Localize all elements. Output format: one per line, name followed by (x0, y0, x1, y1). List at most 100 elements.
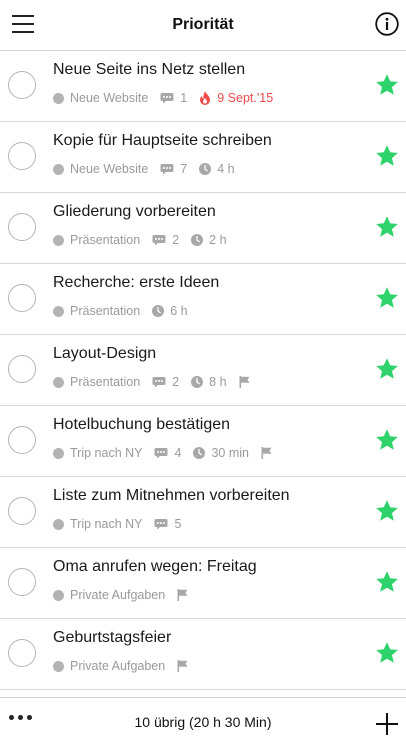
task-flag (239, 376, 256, 388)
project-color-dot (53, 163, 64, 175)
task-title: Layout-Design (53, 345, 157, 362)
task-comments: 5 (154, 517, 181, 531)
task-checkbox[interactable] (8, 568, 36, 596)
task-checkbox[interactable] (8, 355, 36, 383)
task-checkbox[interactable] (8, 213, 36, 241)
task-meta: Trip nach NY 4 30 min (53, 446, 290, 460)
flag-icon (177, 660, 188, 672)
task-title: Gliederung vorbereiten (53, 203, 216, 220)
task-flag (177, 589, 194, 601)
task-flag (177, 660, 194, 672)
page-title: Priorität (172, 16, 234, 33)
task-comments: 2 (152, 375, 179, 389)
star-icon[interactable] (375, 641, 399, 665)
project-color-dot (53, 660, 64, 672)
task-title: Geburtstagsfeier (53, 629, 172, 646)
add-task-button[interactable] (375, 712, 399, 736)
task-title: Kopie für Hauptseite schreiben (53, 132, 272, 149)
info-button[interactable] (375, 12, 399, 36)
comment-icon (154, 519, 168, 530)
star-icon[interactable] (375, 144, 399, 168)
flag-icon (177, 589, 188, 601)
clock-icon (193, 447, 206, 459)
task-row[interactable]: Liste zum Mitnehmen vorbereiten Trip nach… (0, 477, 406, 548)
task-project: Präsentation (53, 375, 140, 389)
task-project: Private Aufgaben (53, 588, 165, 602)
task-meta: Neue Website 1 9 Sept.'15 (53, 91, 285, 105)
task-project: Trip nach NY (53, 446, 142, 460)
task-checkbox[interactable] (8, 497, 36, 525)
top-bar: Priorität (0, 0, 406, 51)
remaining-summary: 10 übrig (20 h 30 Min) (134, 714, 272, 730)
task-meta: Private Aufgaben (53, 659, 206, 673)
clock-icon (199, 163, 212, 175)
task-checkbox[interactable] (8, 284, 36, 312)
task-comments: 4 (154, 446, 181, 460)
task-comments: 7 (160, 162, 187, 176)
flag-icon (261, 447, 272, 459)
project-color-dot (53, 92, 64, 104)
task-checkbox[interactable] (8, 71, 36, 99)
task-meta: Präsentation 2 2 h (53, 233, 239, 247)
task-row[interactable]: Layout-Design Präsentation 2 8 h (0, 335, 406, 406)
comment-icon (152, 377, 166, 388)
task-duration: 30 min (193, 446, 249, 460)
task-title: Liste zum Mitnehmen vorbereiten (53, 487, 290, 504)
task-row[interactable]: Hotelbuchung bestätigen Trip nach NY 4 30 m… (0, 406, 406, 477)
task-row[interactable]: Recherche: erste Ideen Präsentation 6 h (0, 264, 406, 335)
task-title: Hotelbuchung bestätigen (53, 416, 231, 433)
flag-icon (239, 376, 250, 388)
project-color-dot (53, 305, 64, 317)
task-row[interactable]: Neue Seite ins Netz stellen Neue Website 1… (0, 51, 406, 122)
task-meta: Trip nach NY 5 (53, 517, 193, 531)
task-title: Oma anrufen wegen: Freitag (53, 558, 257, 575)
star-icon[interactable] (375, 499, 399, 523)
task-row[interactable]: Geburtstagsfeier Private Aufgaben (0, 619, 406, 690)
task-duration: 8 h (191, 375, 227, 389)
task-comments: 1 (160, 91, 187, 105)
task-meta: Präsentation 2 8 h (53, 375, 268, 389)
task-project: Private Aufgaben (53, 659, 165, 673)
clock-icon (191, 376, 204, 388)
task-checkbox[interactable] (8, 142, 36, 170)
task-checkbox[interactable] (8, 426, 36, 454)
comment-icon (154, 448, 168, 459)
task-row[interactable]: Oma anrufen wegen: Freitag Private Aufgab… (0, 548, 406, 619)
task-row[interactable]: Gliederung vorbereiten Präsentation 2 2 h (0, 193, 406, 264)
task-checkbox[interactable] (8, 639, 36, 667)
star-icon[interactable] (375, 73, 399, 97)
star-icon[interactable] (375, 570, 399, 594)
task-row[interactable]: Kopie für Hauptseite schreiben Neue Websi… (0, 122, 406, 193)
comment-icon (160, 93, 174, 104)
task-project: Präsentation (53, 304, 140, 318)
star-icon[interactable] (375, 215, 399, 239)
star-icon[interactable] (375, 428, 399, 452)
project-color-dot (53, 234, 64, 246)
clock-icon (191, 234, 204, 246)
task-due-date: 9 Sept.'15 (199, 91, 273, 105)
task-project: Neue Website (53, 91, 148, 105)
task-duration: 6 h (152, 304, 188, 318)
comment-icon (160, 164, 174, 175)
task-meta: Neue Website 7 4 h (53, 162, 247, 176)
task-project: Trip nach NY (53, 517, 142, 531)
task-duration: 2 h (191, 233, 227, 247)
bottom-bar: 10 übrig (20 h 30 Min) (0, 697, 406, 742)
task-duration: 4 h (199, 162, 235, 176)
project-color-dot (53, 447, 64, 459)
task-project: Präsentation (53, 233, 140, 247)
clock-icon (152, 305, 165, 317)
comment-icon (152, 235, 166, 246)
project-color-dot (53, 376, 64, 388)
task-project: Neue Website (53, 162, 148, 176)
task-meta: Private Aufgaben (53, 588, 206, 602)
task-list: Neue Seite ins Netz stellen Neue Website 1… (0, 51, 406, 697)
task-title: Recherche: erste Ideen (53, 274, 220, 291)
task-meta: Präsentation 6 h (53, 304, 200, 318)
task-title: Neue Seite ins Netz stellen (53, 61, 246, 78)
task-comments: 2 (152, 233, 179, 247)
project-color-dot (53, 518, 64, 530)
project-color-dot (53, 589, 64, 601)
star-icon[interactable] (375, 286, 399, 310)
star-icon[interactable] (375, 357, 399, 381)
